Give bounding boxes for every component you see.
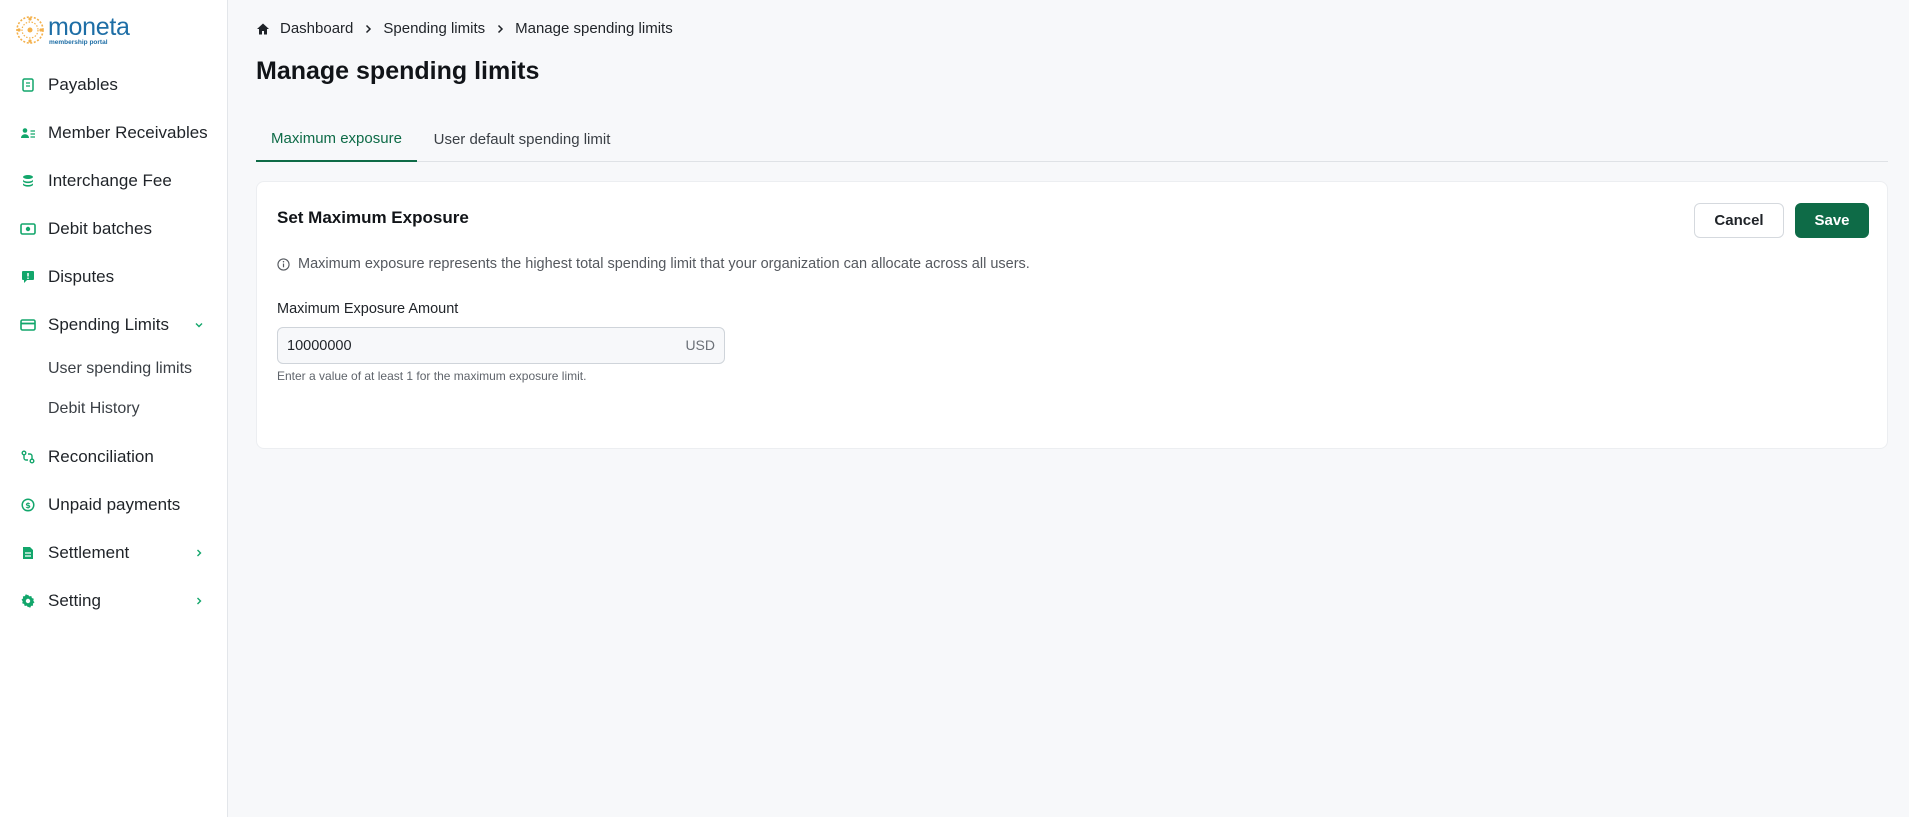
page-title: Manage spending limits: [256, 57, 540, 85]
sidebar-item-interchange-fee[interactable]: Interchange Fee: [0, 161, 228, 201]
sidebar-subitem-label: User spending limits: [48, 360, 193, 377]
sidebar-item-settlement[interactable]: Settlement: [0, 533, 228, 573]
brand-name: moneta: [48, 12, 130, 41]
tab-bar: Maximum exposure User default spending l…: [256, 116, 1888, 162]
gear-icon: [20, 593, 36, 609]
dollar-circle-icon: $: [20, 497, 36, 513]
sidebar-item-reconciliation[interactable]: Reconciliation: [0, 437, 228, 477]
sidebar-item-member-receivables[interactable]: Member Receivables: [0, 113, 228, 153]
sidebar-item-label: Interchange Fee: [48, 171, 172, 190]
brand-tagline: membership portal: [49, 38, 108, 46]
sidebar-subitem-user-spending-limits[interactable]: User spending limits: [0, 351, 228, 387]
maximum-exposure-input[interactable]: [278, 328, 678, 363]
save-button[interactable]: Save: [1795, 203, 1869, 238]
chevron-down-icon[interactable]: [193, 319, 205, 331]
alert-message-icon: [20, 269, 36, 285]
currency-suffix: USD: [685, 337, 715, 353]
users-list-icon: [20, 125, 36, 141]
sidebar-item-spending-limits[interactable]: Spending Limits: [0, 305, 228, 345]
sidebar-item-unpaid-payments[interactable]: $ Unpaid payments: [0, 485, 228, 525]
sidebar-subitem-debit-history[interactable]: Debit History: [0, 391, 228, 427]
chevron-right-icon[interactable]: [193, 595, 205, 607]
home-icon[interactable]: [256, 22, 270, 36]
sidebar-item-debit-batches[interactable]: Debit batches: [0, 209, 228, 249]
chevron-right-icon[interactable]: [193, 547, 205, 559]
sidebar-item-label: Reconciliation: [48, 447, 154, 466]
receipt-icon: [20, 77, 36, 93]
cancel-button[interactable]: Cancel: [1694, 203, 1784, 238]
info-circle-icon: [277, 257, 290, 271]
tab-maximum-exposure[interactable]: Maximum exposure: [256, 116, 417, 162]
sidebar-item-setting[interactable]: Setting: [0, 581, 228, 621]
sidebar-subitem-label: Debit History: [48, 400, 140, 417]
sidebar-item-label: Unpaid payments: [48, 495, 181, 514]
sidebar-item-label: Member Receivables: [48, 123, 208, 142]
sidebar-item-label: Settlement: [48, 543, 130, 562]
chevron-right-icon: [366, 24, 372, 33]
banknote-icon: [20, 221, 36, 237]
info-message: Maximum exposure represents the highest …: [277, 256, 1030, 272]
sidebar-item-disputes[interactable]: Disputes: [0, 257, 228, 297]
sidebar-item-label: Disputes: [48, 267, 115, 286]
brand-logo[interactable]: moneta membership portal: [14, 14, 130, 46]
sidebar-item-label: Spending Limits: [48, 315, 169, 334]
credit-card-icon: [20, 317, 36, 333]
svg-text:$: $: [25, 501, 31, 510]
sidebar: moneta membership portal Payables Member…: [0, 0, 228, 817]
document-icon: [20, 545, 36, 561]
maximum-exposure-card: Set Maximum Exposure Cancel Save Maximum…: [256, 181, 1888, 449]
sidebar-item-payables[interactable]: Payables: [0, 65, 228, 105]
maximum-exposure-field: USD: [277, 327, 725, 364]
moneta-logo-mark-icon: [16, 16, 44, 44]
breadcrumb-dashboard[interactable]: Dashboard: [280, 20, 353, 37]
chevron-right-icon: [498, 24, 504, 33]
breadcrumb-spending-limits[interactable]: Spending limits: [383, 20, 485, 37]
sidebar-item-label: Payables: [48, 75, 118, 94]
helper-text: Enter a value of at least 1 for the maxi…: [277, 369, 587, 383]
breadcrumb-current: Manage spending limits: [515, 20, 673, 37]
card-title: Set Maximum Exposure: [277, 208, 469, 227]
breadcrumb: Dashboard Spending limits Manage spendin…: [256, 20, 673, 37]
sidebar-item-label: Debit batches: [48, 219, 152, 238]
field-label: Maximum Exposure Amount: [277, 301, 459, 317]
info-text: Maximum exposure represents the highest …: [298, 256, 1030, 272]
sidebar-item-label: Setting: [48, 591, 101, 610]
coins-stack-icon: [20, 173, 36, 189]
reconcile-icon: [20, 449, 36, 465]
tab-user-default-spending-limit[interactable]: User default spending limit: [428, 116, 616, 162]
